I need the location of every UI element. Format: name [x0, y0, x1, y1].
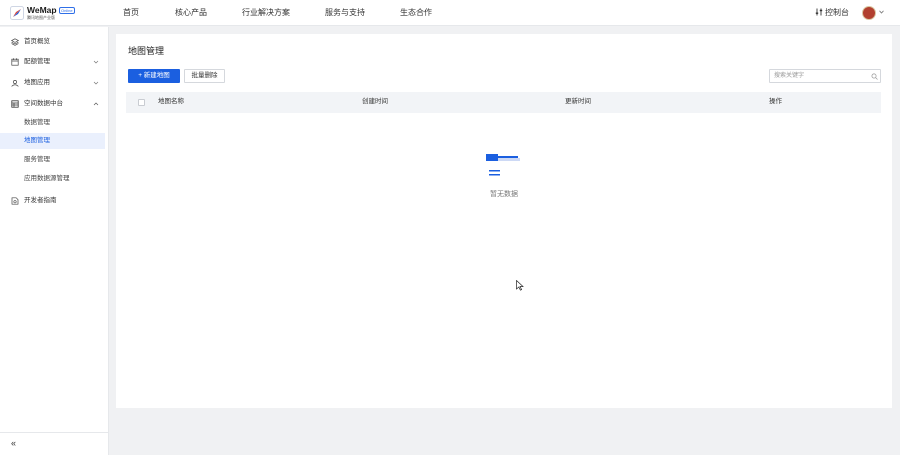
nav-home[interactable]: 首页 [123, 8, 139, 18]
sidebar-item-label: 开发者指南 [24, 197, 57, 204]
brand-name: WeMap [27, 5, 57, 15]
sidebar-item-dev-guide[interactable]: 开发者指南 [0, 193, 108, 209]
sidebar-subitem-map-management[interactable]: 地图管理 [0, 133, 105, 149]
console-label: 控制台 [825, 8, 849, 17]
search-icon[interactable] [871, 73, 878, 80]
page-title: 地图管理 [128, 46, 165, 56]
calendar-icon [11, 58, 19, 66]
column-header-map-name[interactable]: 地图名称 [158, 98, 184, 106]
sidebar-subitem-data-management[interactable]: 数据管理 [0, 115, 105, 131]
select-all-checkbox[interactable] [138, 99, 145, 106]
sidebar-subitem-label: 应用数据源管理 [24, 175, 70, 182]
sidebar-subitem-label: 地图管理 [24, 137, 50, 144]
brand-badge: Online [59, 7, 75, 14]
nav-ecosystem[interactable]: 生态合作 [400, 8, 432, 18]
empty-folder-icon [486, 154, 520, 181]
main-content-card: 地图管理 + 新建地图 批量删除 地图名称 创建时间 更新时间 操作 暂无数据 [116, 34, 892, 408]
chevron-down-icon [93, 60, 99, 64]
database-icon [11, 100, 19, 108]
sidebar-item-spatial-data[interactable]: 空间数据中台 [0, 96, 108, 112]
sidebar-item-label: 首页概览 [24, 38, 50, 45]
batch-delete-button[interactable]: 批量删除 [184, 69, 225, 83]
mouse-cursor-icon [516, 280, 524, 291]
compass-logo-icon [10, 6, 24, 20]
top-navbar: WeMap Online 腾讯地图产业版 首页 核心产品 行业解决方案 服务与支… [0, 0, 900, 26]
sidebar-subitem-label: 服务管理 [24, 156, 50, 163]
sidebar-item-label: 配额管理 [24, 58, 50, 65]
sidebar: 首页概览 配额管理 地图应用 空间数据中台 数据管理 地图管理 服务管理 应用数… [0, 27, 109, 455]
double-chevron-left-icon: « [11, 438, 17, 448]
wemap-logo[interactable]: WeMap Online 腾讯地图产业版 [10, 5, 100, 21]
search-box [769, 69, 881, 83]
document-gear-icon [11, 197, 19, 205]
new-map-button[interactable]: + 新建地图 [128, 69, 180, 83]
search-input[interactable] [770, 70, 866, 82]
sidebar-subitem-label: 数据管理 [24, 119, 50, 126]
nav-service-support[interactable]: 服务与支持 [325, 8, 365, 18]
sidebar-item-label: 空间数据中台 [24, 100, 63, 107]
chevron-down-icon [93, 81, 99, 85]
collapse-sidebar-button[interactable]: « [0, 432, 108, 455]
nav-core-products[interactable]: 核心产品 [175, 8, 207, 18]
sidebar-item-map-apps[interactable]: 地图应用 [0, 75, 108, 91]
column-header-actions: 操作 [769, 98, 782, 105]
column-header-created[interactable]: 创建时间 [362, 98, 388, 106]
console-link[interactable]: 控制台 [815, 8, 849, 18]
sliders-icon [815, 8, 823, 16]
sidebar-subitem-app-datasource[interactable]: 应用数据源管理 [0, 171, 105, 187]
chevron-down-icon[interactable] [879, 10, 884, 14]
sidebar-item-quota[interactable]: 配额管理 [0, 54, 108, 70]
chevron-up-icon [93, 102, 99, 106]
sidebar-subitem-service-management[interactable]: 服务管理 [0, 152, 105, 168]
sidebar-item-overview[interactable]: 首页概览 [0, 34, 108, 50]
sidebar-item-label: 地图应用 [24, 79, 50, 86]
map-pin-icon [11, 80, 19, 87]
column-header-updated[interactable]: 更新时间 [565, 98, 591, 106]
layers-icon [11, 38, 19, 46]
nav-industry-solutions[interactable]: 行业解决方案 [242, 8, 290, 18]
table-header: 地图名称 创建时间 更新时间 操作 [126, 92, 881, 113]
brand-subtitle: 腾讯地图产业版 [27, 15, 55, 20]
empty-state-text: 暂无数据 [490, 191, 518, 198]
avatar[interactable] [862, 6, 876, 20]
